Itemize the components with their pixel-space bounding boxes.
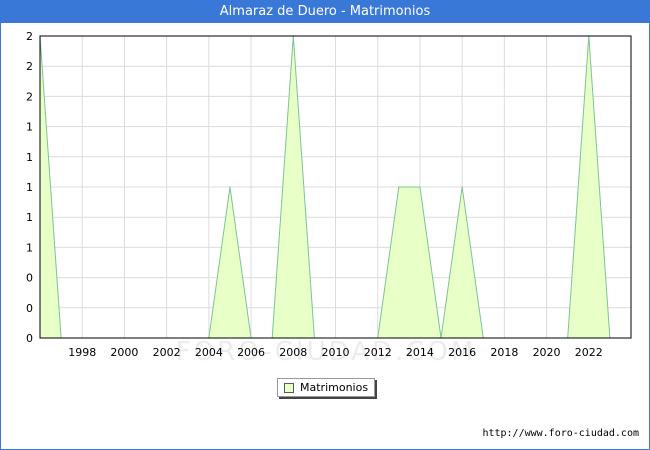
data-point-2016 bbox=[461, 186, 463, 188]
x-tick-label: 2008 bbox=[279, 346, 307, 359]
y-tick-label: 1 bbox=[26, 211, 33, 224]
x-tick-label: 2004 bbox=[195, 346, 223, 359]
x-tick-label: 2014 bbox=[406, 346, 434, 359]
legend-label: Matrimonios bbox=[300, 381, 369, 394]
y-tick-label: 0 bbox=[26, 272, 33, 285]
legend: Matrimonios bbox=[277, 378, 375, 397]
y-tick-label: 1 bbox=[26, 181, 33, 194]
y-tick-label: 2 bbox=[26, 90, 33, 103]
legend-swatch bbox=[284, 383, 294, 393]
y-tick-label: 2 bbox=[26, 30, 33, 43]
source-url[interactable]: http://www.foro-ciudad.com bbox=[482, 428, 639, 439]
y-tick-label: 0 bbox=[26, 302, 33, 315]
y-tick-label: 1 bbox=[26, 151, 33, 164]
x-tick-label: 2002 bbox=[153, 346, 181, 359]
x-tick-label: 2020 bbox=[533, 346, 561, 359]
x-tick-label: 2010 bbox=[322, 346, 350, 359]
grid-layer bbox=[40, 35, 631, 339]
y-tick-label: 2 bbox=[26, 60, 33, 73]
x-tick-label: 2016 bbox=[448, 346, 476, 359]
data-point-2013 bbox=[398, 186, 400, 188]
x-tick-label: 2000 bbox=[110, 346, 138, 359]
data-point-2014 bbox=[419, 186, 421, 188]
x-tick-label: 2012 bbox=[364, 346, 392, 359]
x-tick-label: 2006 bbox=[237, 346, 265, 359]
data-point-2005 bbox=[229, 186, 231, 188]
y-tick-label: 1 bbox=[26, 121, 33, 134]
y-tick-label: 0 bbox=[26, 332, 33, 345]
chart-window: Almaraz de Duero - Matrimonios FORO-CIUD… bbox=[0, 0, 650, 450]
x-tick-label: 2018 bbox=[490, 346, 518, 359]
y-tick-label: 1 bbox=[26, 241, 33, 254]
label-layer: 1998 2000 2002 2004 2006 2008 2010 2012 2014 2016… bbox=[26, 30, 603, 359]
x-tick-label: 1998 bbox=[68, 346, 96, 359]
x-tick-label: 2022 bbox=[575, 346, 603, 359]
